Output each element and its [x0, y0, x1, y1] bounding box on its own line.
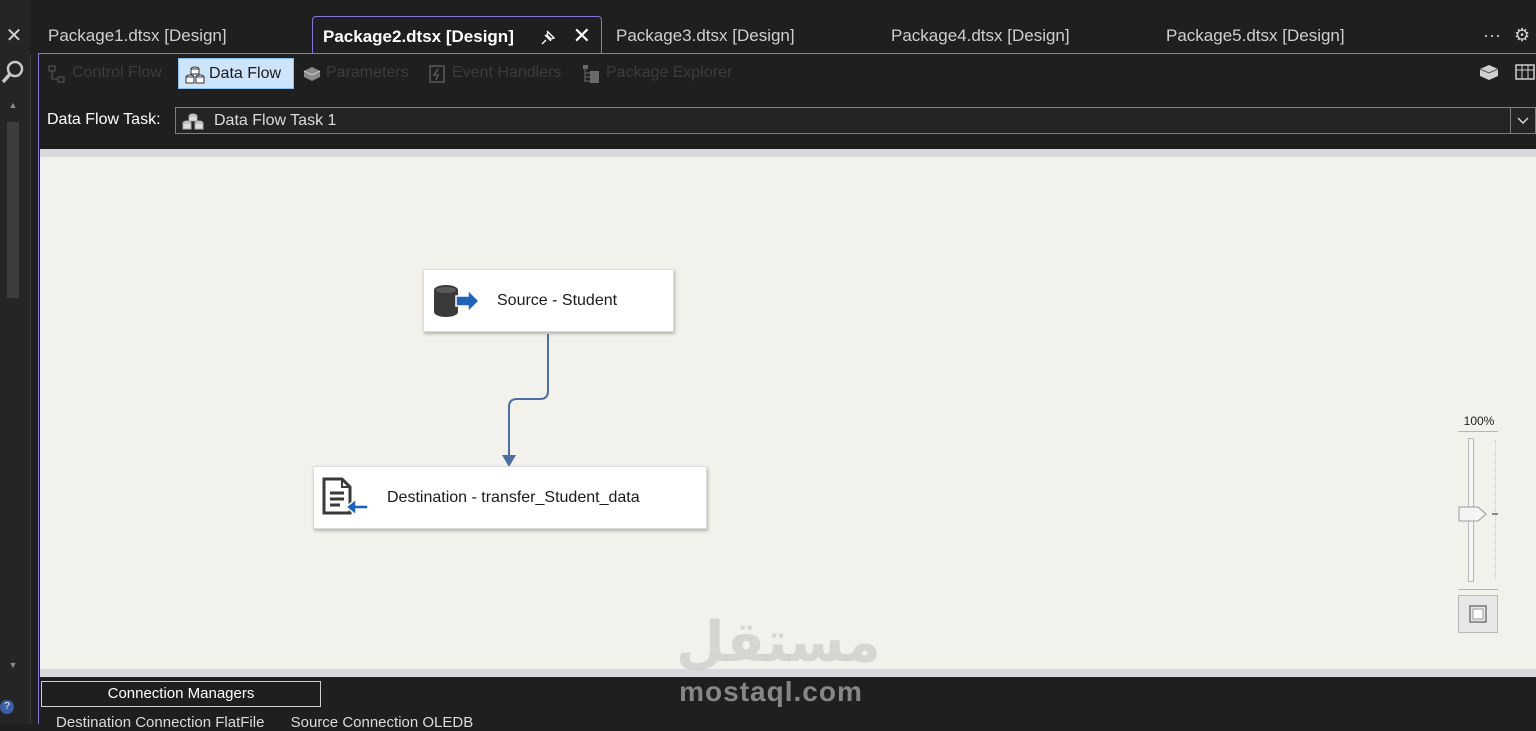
- tab-control-flow[interactable]: Control Flow: [42, 58, 162, 88]
- ole-db-source-icon: [432, 284, 481, 323]
- designer-toolbar: Control Flow Data Flow Parameters Event …: [40, 55, 1536, 93]
- zoom-to-fit-button[interactable]: [1458, 595, 1498, 633]
- tab-package5[interactable]: Package5.dtsx [Design]: [1166, 16, 1426, 54]
- title-strip: [30, 0, 1536, 16]
- document-tab-strip: Package1.dtsx [Design] Package2.dtsx [De…: [30, 16, 1536, 54]
- scroll-down-icon[interactable]: ▼: [5, 660, 21, 670]
- left-tool-strip: ✕ ▲ ▼ ?: [0, 0, 31, 724]
- tab-connection-managers[interactable]: Connection Managers: [41, 681, 321, 707]
- data-flow-task-icon: [182, 113, 204, 130]
- connection-item-oledb[interactable]: Source Connection OLEDB: [291, 714, 474, 731]
- chevron-down-icon[interactable]: [1510, 108, 1535, 133]
- tab-label: Package5.dtsx [Design]: [1166, 26, 1345, 45]
- toolbar-label: Data Flow: [209, 65, 282, 82]
- scroll-up-icon[interactable]: ▲: [5, 100, 21, 110]
- zoom-divider: [1458, 431, 1498, 432]
- toolbar-label: Control Flow: [72, 64, 162, 81]
- zoom-level-label: 100%: [1463, 414, 1495, 428]
- tab-overflow-button[interactable]: ···: [1480, 16, 1504, 54]
- parameters-icon: [302, 64, 321, 82]
- zoom-fit-icon: [1469, 605, 1487, 623]
- vertical-scrollbar-thumb[interactable]: [7, 122, 19, 298]
- canvas-bottom-border: [40, 669, 1536, 677]
- data-flow-icon: [185, 65, 205, 84]
- tab-package4[interactable]: Package4.dtsx [Design]: [891, 16, 1151, 54]
- tab-data-flow[interactable]: Data Flow: [178, 58, 295, 89]
- flat-file-destination-icon: [322, 477, 370, 524]
- toolbar-label: Package Explorer: [606, 64, 733, 81]
- help-icon[interactable]: ?: [0, 700, 14, 714]
- connection-item-flatfile[interactable]: Destination Connection FlatFile: [56, 714, 264, 731]
- toolbox-icon[interactable]: [1514, 61, 1536, 88]
- close-icon[interactable]: ✕: [0, 24, 28, 48]
- data-flow-task-select[interactable]: Data Flow Task 1: [175, 107, 1536, 134]
- tab-label: Package3.dtsx [Design]: [616, 26, 795, 45]
- tab-label: Package4.dtsx [Design]: [891, 26, 1070, 45]
- data-flow-task-label: Data Flow Task:: [47, 111, 161, 128]
- tab-package3[interactable]: Package3.dtsx [Design]: [616, 16, 876, 54]
- zoom-divider: [1458, 589, 1498, 590]
- tab-event-handlers[interactable]: Event Handlers: [422, 58, 561, 88]
- pin-icon[interactable]: [541, 17, 557, 57]
- settings-gear-icon[interactable]: ⚙: [1514, 16, 1536, 54]
- event-handlers-icon: [428, 64, 446, 83]
- canvas-border: [40, 149, 1536, 157]
- zoom-slider-thumb[interactable]: [1458, 505, 1500, 530]
- destination-component[interactable]: Destination - transfer_Student_data: [313, 466, 707, 529]
- component-label: Destination - transfer_Student_data: [387, 488, 640, 506]
- variables-icon[interactable]: [1478, 63, 1500, 88]
- toolbar-label: Event Handlers: [452, 64, 562, 81]
- tab-label: Package2.dtsx [Design]: [323, 27, 514, 46]
- package-explorer-icon: [582, 64, 600, 83]
- toolbar-label: Parameters: [326, 64, 409, 81]
- data-flow-canvas[interactable]: Source - Student Destination - transfer_…: [40, 157, 1536, 669]
- close-tab-icon[interactable]: ✕: [573, 16, 591, 56]
- tab-package2[interactable]: Package2.dtsx [Design] ✕: [312, 16, 602, 54]
- search-icon[interactable]: [0, 58, 28, 86]
- tab-package1[interactable]: Package1.dtsx [Design]: [48, 16, 318, 54]
- data-path-arrow[interactable]: [40, 157, 1536, 669]
- selected-task-value: Data Flow Task 1: [214, 112, 337, 129]
- control-flow-icon: [48, 64, 66, 83]
- source-component[interactable]: Source - Student: [423, 269, 674, 332]
- tab-label: Package1.dtsx [Design]: [48, 26, 227, 45]
- tab-package-explorer[interactable]: Package Explorer: [576, 58, 732, 88]
- component-label: Source - Student: [497, 291, 618, 309]
- connection-managers-list: Destination Connection FlatFile Source C…: [56, 714, 495, 731]
- tab-parameters[interactable]: Parameters: [296, 58, 409, 88]
